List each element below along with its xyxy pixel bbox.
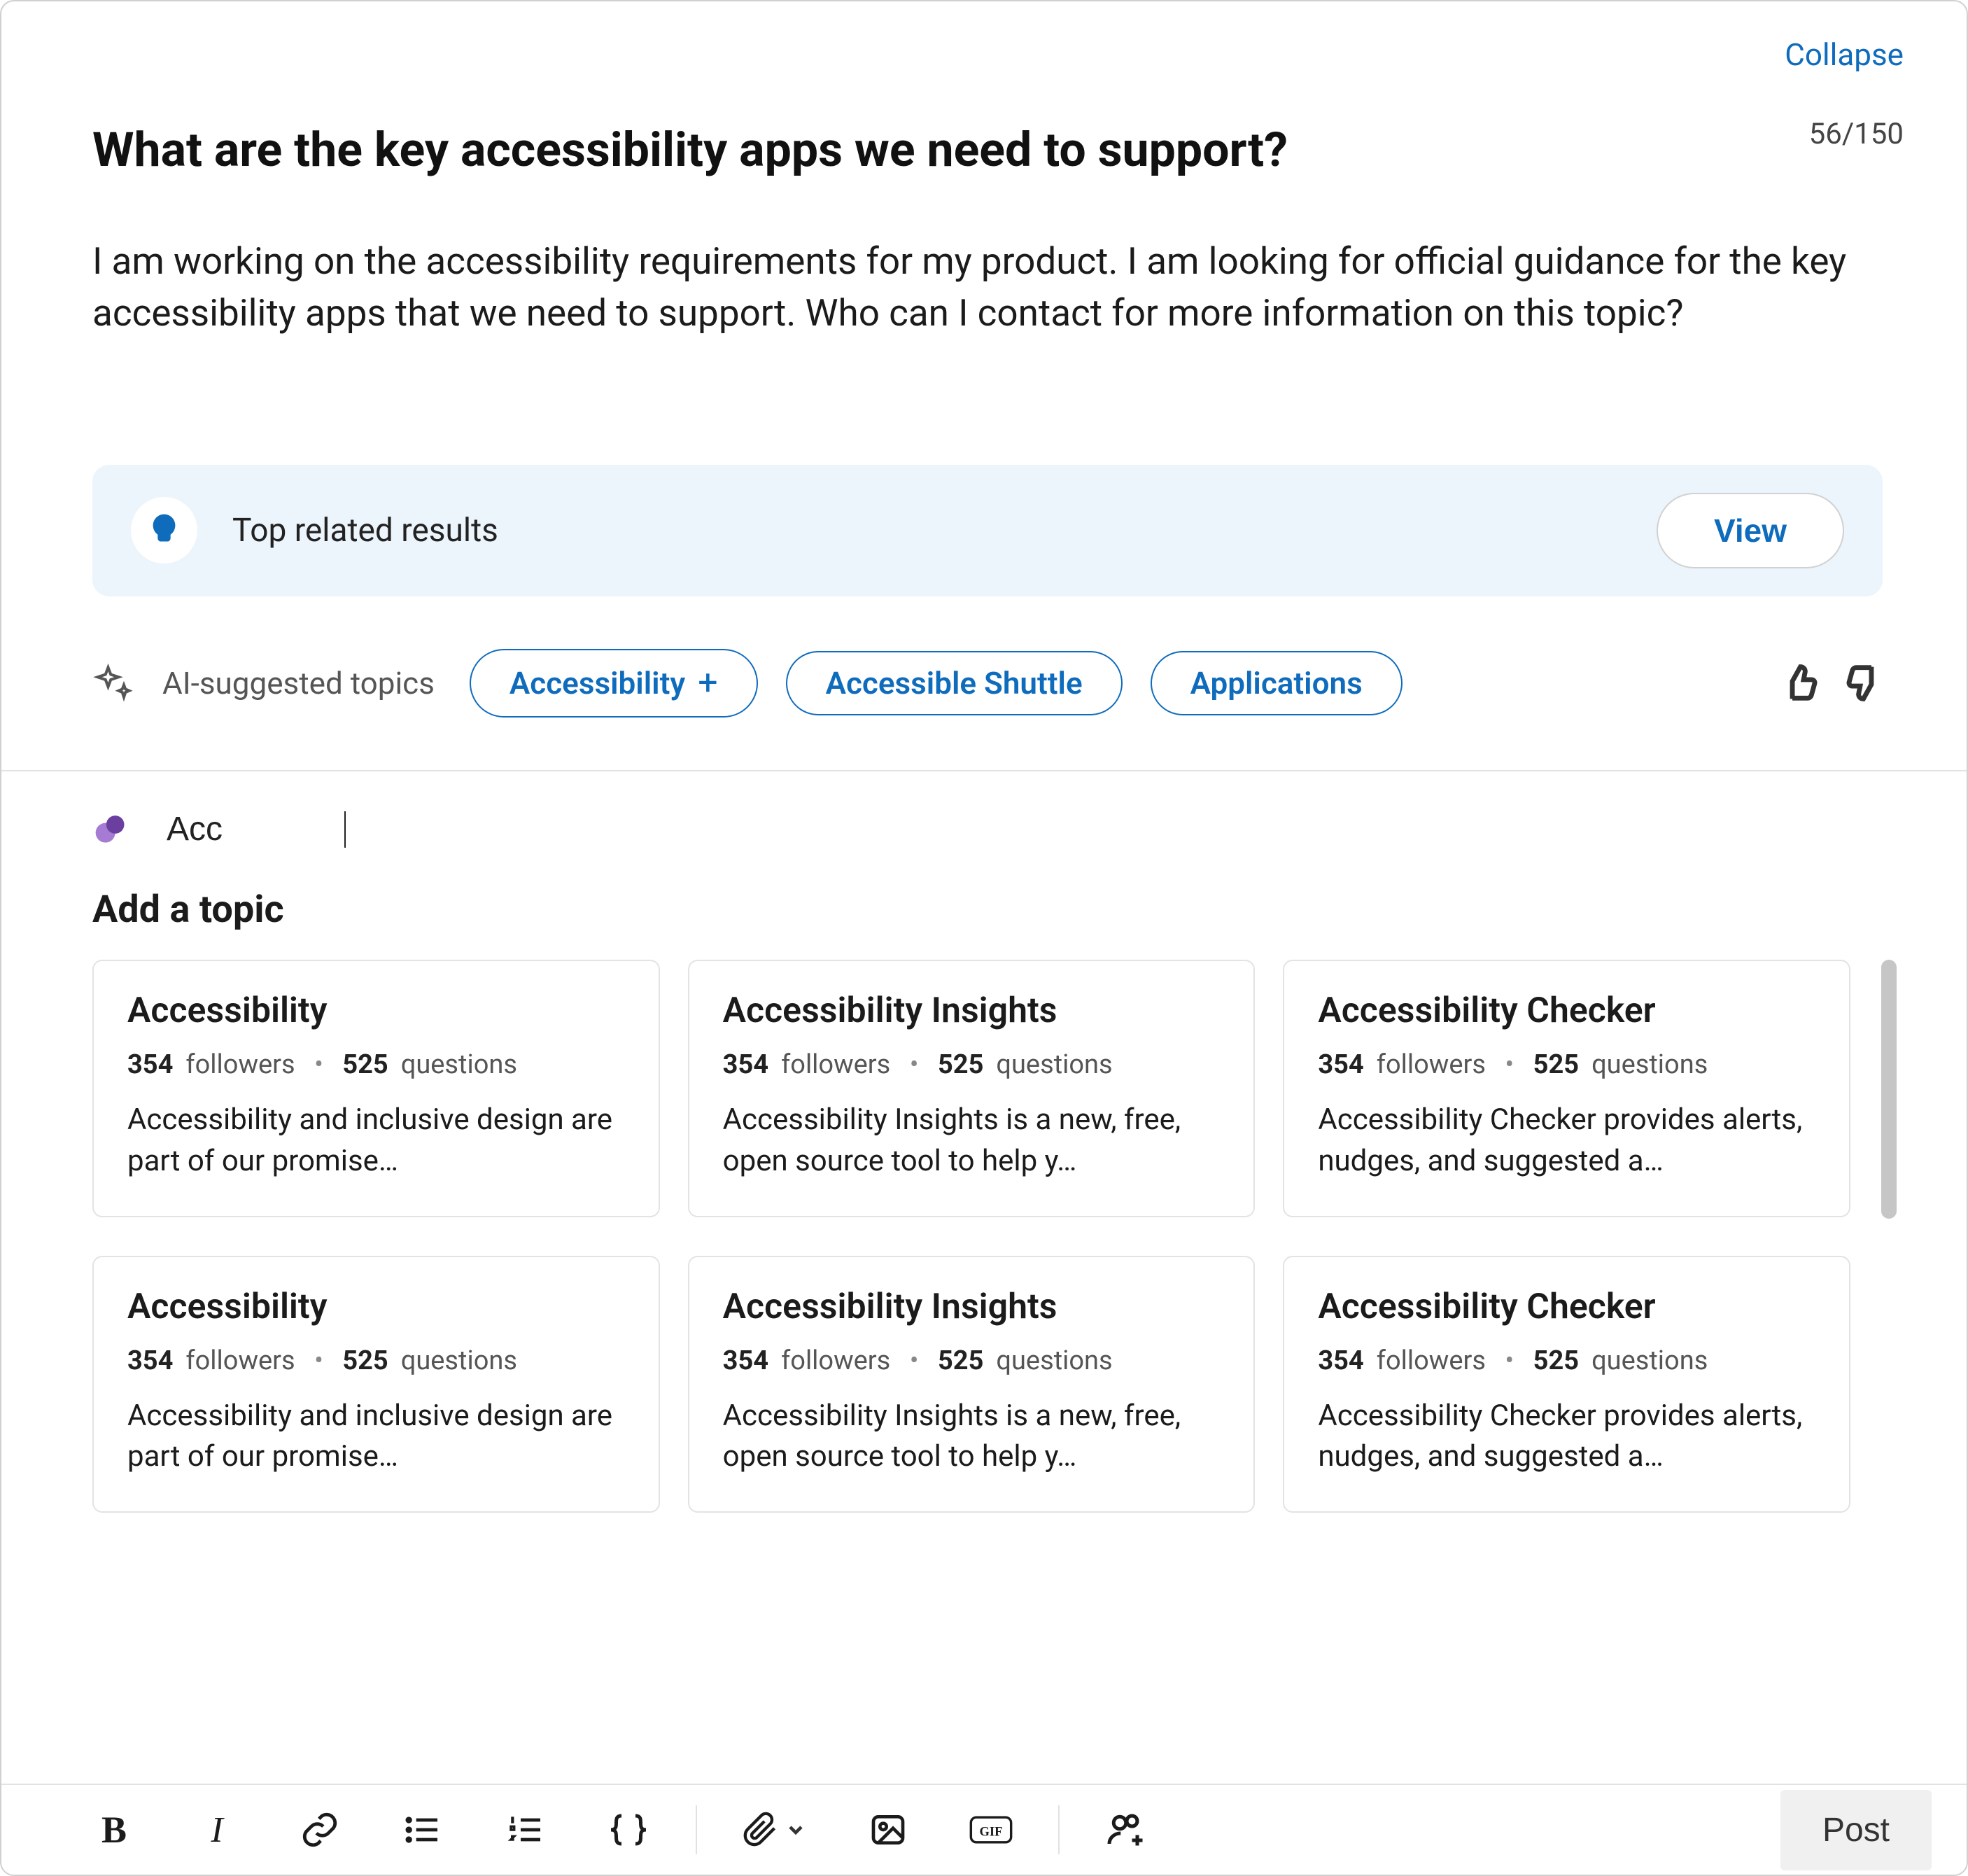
topic-card-meta: 354 followers • 525 questions xyxy=(1318,1345,1815,1376)
lightbulb-icon xyxy=(131,497,197,564)
text-cursor xyxy=(344,811,346,848)
topic-card-title: Accessibility Checker xyxy=(1318,1287,1815,1327)
cards-scrollbar[interactable] xyxy=(1878,960,1897,1513)
topic-cards-area: Accessibility 354 followers • 525 questio… xyxy=(1,960,1967,1513)
topic-chip-label: Accessibility xyxy=(509,665,685,701)
add-people-button[interactable] xyxy=(1105,1808,1148,1851)
topic-card-meta: 354 followers • 525 questions xyxy=(127,1345,625,1376)
question-body[interactable]: I am working on the accessibility requir… xyxy=(92,235,1870,339)
topic-card-description: Accessibility and inclusive design are p… xyxy=(127,1100,625,1182)
compose-dialog: Collapse 56/150 What are the key accessi… xyxy=(0,0,1968,1876)
char-counter: 56/150 xyxy=(1809,117,1904,151)
topic-card[interactable]: Accessibility Checker 354 followers • 525… xyxy=(1283,1256,1850,1513)
thumbs-up-icon[interactable] xyxy=(1781,664,1820,702)
editor-toolbar: B I xyxy=(1,1784,1967,1875)
feedback-buttons xyxy=(1781,664,1883,702)
main-content: What are the key accessibility apps we n… xyxy=(1,73,1967,770)
topic-card-description: Accessibility Insights is a new, free, o… xyxy=(723,1396,1221,1478)
topic-chip-label: Applications xyxy=(1190,665,1363,701)
topic-chip-label: Accessible Shuttle xyxy=(826,665,1083,701)
toolbar-separator xyxy=(1058,1805,1060,1854)
topic-card[interactable]: Accessibility 354 followers • 525 questio… xyxy=(92,1256,660,1513)
topic-card-title: Accessibility Insights xyxy=(723,990,1221,1031)
bold-button[interactable]: B xyxy=(92,1808,136,1851)
view-button[interactable]: View xyxy=(1657,493,1844,568)
code-block-button[interactable] xyxy=(607,1808,650,1851)
svg-text:GIF: GIF xyxy=(979,1825,1002,1840)
topic-card-meta: 354 followers • 525 questions xyxy=(127,1049,625,1080)
italic-button[interactable]: I xyxy=(195,1808,239,1851)
topic-card-title: Accessibility xyxy=(127,1287,625,1327)
topic-card-meta: 354 followers • 525 questions xyxy=(723,1345,1221,1376)
related-results-label: Top related results xyxy=(232,512,1657,550)
chevron-down-icon xyxy=(785,1819,807,1841)
question-title[interactable]: What are the key accessibility apps we n… xyxy=(92,122,1883,179)
bulleted-list-button[interactable] xyxy=(401,1808,444,1851)
topic-cards-grid: Accessibility 354 followers • 525 questio… xyxy=(92,960,1850,1513)
header-row: Collapse xyxy=(1,1,1967,73)
ai-topics-label: AI-suggested topics xyxy=(162,665,435,701)
topic-card-title: Accessibility Insights xyxy=(723,1287,1221,1327)
gif-button[interactable]: GIF xyxy=(969,1808,1013,1851)
collapse-link[interactable]: Collapse xyxy=(1785,36,1904,73)
topic-card-description: Accessibility Checker provides alerts, n… xyxy=(1318,1100,1815,1182)
topic-card-description: Accessibility Checker provides alerts, n… xyxy=(1318,1396,1815,1478)
thumbs-down-icon[interactable] xyxy=(1844,664,1883,702)
topic-chip-applications[interactable]: Applications xyxy=(1151,651,1403,715)
topic-card-title: Accessibility xyxy=(127,990,625,1031)
related-results-banner: Top related results View xyxy=(92,465,1883,596)
topic-card-description: Accessibility and inclusive design are p… xyxy=(127,1396,625,1478)
numbered-list-button[interactable] xyxy=(504,1808,547,1851)
topic-card-meta: 354 followers • 525 questions xyxy=(723,1049,1221,1080)
topic-chip-accessible-shuttle[interactable]: Accessible Shuttle xyxy=(786,651,1123,715)
topic-card[interactable]: Accessibility Checker 354 followers • 525… xyxy=(1283,960,1850,1217)
topic-input-row xyxy=(1,771,1967,888)
plus-icon: + xyxy=(698,663,717,704)
topic-card[interactable]: Accessibility 354 followers • 525 questio… xyxy=(92,960,660,1217)
topic-card-title: Accessibility Checker xyxy=(1318,990,1815,1031)
image-button[interactable] xyxy=(866,1808,910,1851)
attach-button[interactable] xyxy=(743,1812,807,1848)
sparkle-icon xyxy=(92,662,134,704)
add-topic-heading: Add a topic xyxy=(1,888,1967,960)
topic-card-description: Accessibility Insights is a new, free, o… xyxy=(723,1100,1221,1182)
toolbar-separator xyxy=(696,1805,697,1854)
ai-suggested-topics-row: AI-suggested topics Accessibility + Acce… xyxy=(92,649,1883,718)
topic-chip-accessibility[interactable]: Accessibility + xyxy=(470,649,758,718)
topic-card[interactable]: Accessibility Insights 354 followers • 52… xyxy=(688,1256,1256,1513)
topic-icon xyxy=(92,810,132,849)
post-button[interactable]: Post xyxy=(1780,1790,1932,1870)
topic-card-meta: 354 followers • 525 questions xyxy=(1318,1049,1815,1080)
link-button[interactable] xyxy=(298,1808,342,1851)
topic-card[interactable]: Accessibility Insights 354 followers • 52… xyxy=(688,960,1256,1217)
